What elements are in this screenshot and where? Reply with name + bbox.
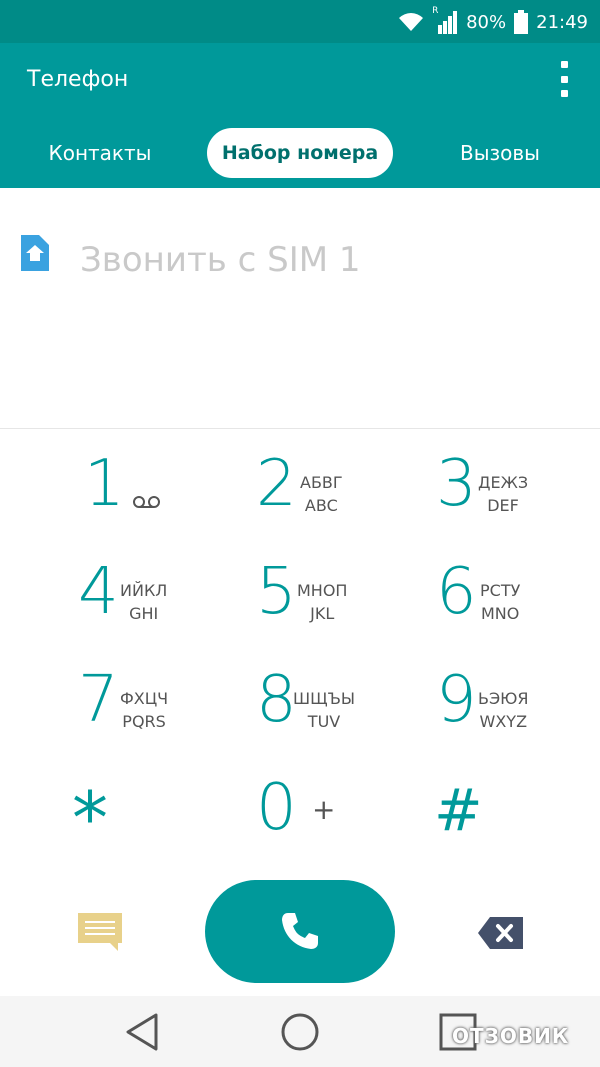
- key-star-symbol: *: [72, 776, 108, 860]
- key-letters-latin: DEF: [487, 496, 519, 515]
- key-letters-latin: TUV: [307, 712, 341, 731]
- dialpad: 1 2 АБВГ ABC 3 ДЕЖЗ DEF 4 ИЙКЛ GHI 5 МНО…: [0, 429, 600, 996]
- key-digit: 3: [436, 447, 477, 521]
- key-hash-symbol: #: [434, 776, 483, 844]
- key-letters-latin: JKL: [310, 604, 335, 623]
- key-letters-latin: WXYZ: [479, 712, 528, 731]
- key-letters-cyrillic: ШЩЪЫ: [293, 689, 356, 708]
- clock: 21:49: [536, 11, 588, 33]
- number-placeholder: Звонить с SIM 1: [80, 240, 361, 280]
- phone-icon: [282, 913, 318, 949]
- key-letters: ШЩЪЫ TUV: [293, 687, 355, 733]
- voicemail-icon: [133, 496, 160, 508]
- key-8[interactable]: 8 ШЩЪЫ TUV: [200, 645, 400, 753]
- key-4[interactable]: 4 ИЙКЛ GHI: [0, 537, 200, 645]
- key-letters-cyrillic: РСТУ: [480, 581, 521, 600]
- signal-icon: R: [432, 6, 458, 34]
- key-letters-cyrillic: ЬЭЮЯ: [478, 689, 529, 708]
- overflow-menu-icon[interactable]: [554, 61, 574, 97]
- battery-icon: [514, 10, 529, 34]
- key-1[interactable]: 1: [0, 429, 200, 537]
- key-letters-cyrillic: ФХЦЧ: [120, 689, 169, 708]
- key-digit: 2: [256, 447, 297, 521]
- key-digit: 4: [78, 555, 119, 629]
- backspace-icon[interactable]: [478, 917, 523, 949]
- key-2[interactable]: 2 АБВГ ABC: [200, 429, 400, 537]
- key-0[interactable]: 0 +: [200, 753, 400, 861]
- status-bar: R 80% 21:49: [0, 0, 600, 43]
- sim-card-icon[interactable]: [21, 235, 49, 271]
- app-title: Телефон: [27, 67, 129, 92]
- home-icon[interactable]: [280, 1012, 320, 1052]
- key-digit: 0: [256, 771, 297, 845]
- key-5[interactable]: 5 МНОП JKL: [200, 537, 400, 645]
- key-hash[interactable]: #: [400, 753, 600, 861]
- key-letters-latin: MNO: [480, 604, 520, 623]
- key-9[interactable]: 9 ЬЭЮЯ WXYZ: [400, 645, 600, 753]
- call-button[interactable]: [205, 880, 395, 983]
- key-digit: 8: [256, 663, 297, 737]
- key-letters-cyrillic: ДЕЖЗ: [478, 473, 529, 492]
- key-7[interactable]: 7 ФХЦЧ PQRS: [0, 645, 200, 753]
- key-letters-cyrillic: ИЙКЛ: [120, 581, 168, 600]
- number-display[interactable]: Звонить с SIM 1: [0, 188, 600, 429]
- key-digit: 6: [436, 555, 477, 629]
- app-bar: Телефон Контакты Набор номера Вызовы: [0, 43, 600, 188]
- battery-percent: 80%: [466, 11, 507, 33]
- tab-dial[interactable]: Набор номера: [207, 128, 393, 178]
- watermark: ОТЗОВИК: [452, 1024, 570, 1048]
- key-plus: +: [312, 793, 336, 826]
- key-digit: 1: [84, 447, 125, 521]
- key-star[interactable]: *: [0, 753, 200, 861]
- key-letters: ФХЦЧ PQRS: [120, 687, 168, 733]
- key-digit: 5: [256, 555, 297, 629]
- key-letters: МНОП JKL: [297, 579, 347, 625]
- key-letters: ДЕЖЗ DEF: [478, 471, 528, 517]
- message-icon[interactable]: [78, 913, 122, 951]
- key-letters-latin: ABC: [304, 496, 338, 515]
- key-letters: ИЙКЛ GHI: [120, 579, 167, 625]
- tab-calls[interactable]: Вызовы: [435, 128, 565, 178]
- key-digit: 9: [436, 663, 477, 737]
- key-letters: РСТУ MNO: [480, 579, 520, 625]
- tab-contacts[interactable]: Контакты: [35, 128, 165, 178]
- key-letters-latin: GHI: [129, 604, 159, 623]
- key-letters-latin: PQRS: [122, 712, 166, 731]
- key-6[interactable]: 6 РСТУ MNO: [400, 537, 600, 645]
- key-3[interactable]: 3 ДЕЖЗ DEF: [400, 429, 600, 537]
- key-letters-cyrillic: АБВГ: [300, 473, 343, 492]
- key-letters: ЬЭЮЯ WXYZ: [478, 687, 529, 733]
- back-icon[interactable]: [122, 1012, 162, 1052]
- wifi-icon: [399, 13, 424, 31]
- key-letters-cyrillic: МНОП: [297, 581, 348, 600]
- key-digit: 7: [78, 663, 119, 737]
- key-letters: АБВГ ABC: [300, 471, 343, 517]
- status-icons: R 80% 21:49: [398, 6, 588, 36]
